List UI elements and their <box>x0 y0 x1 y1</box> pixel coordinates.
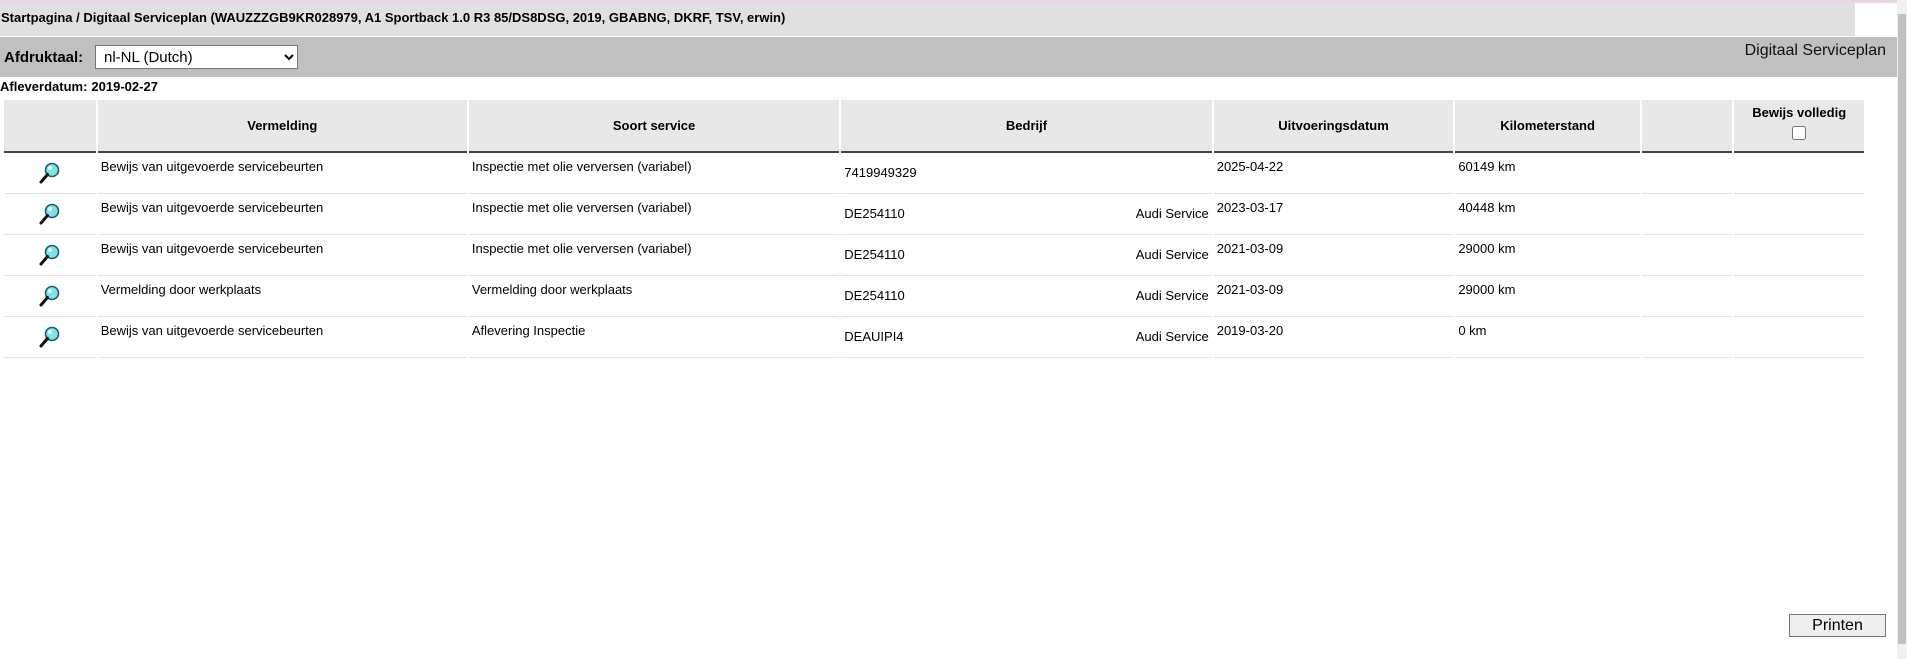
cell-bedrijf: 7419949329 <box>841 153 1212 194</box>
company-name: Audi Service <box>1135 206 1209 221</box>
bewijs-volledig-label: Bewijs volledig <box>1752 105 1847 120</box>
header-vermelding: Vermelding <box>97 100 467 153</box>
cell-bewijs <box>1734 194 1864 235</box>
cell-bewijs <box>1734 235 1864 276</box>
magnifier-icon[interactable] <box>38 325 62 349</box>
row-detail-cell <box>4 235 96 276</box>
company-code: DE254110 <box>844 206 905 221</box>
company-name: Audi Service <box>1135 288 1209 303</box>
company-name: Audi Service <box>1135 247 1209 262</box>
cell-vermelding: Vermelding door werkplaats <box>97 276 467 317</box>
cell-soort-service: Aflevering Inspectie <box>468 317 840 358</box>
cell-kilometerstand: 40448 km <box>1455 194 1640 235</box>
cell-uitvoeringsdatum: 2021-03-09 <box>1213 276 1454 317</box>
cell-empty <box>1641 317 1733 358</box>
cell-uitvoeringsdatum: 2019-03-20 <box>1213 317 1454 358</box>
breadcrumb: Startpagina / Digitaal Serviceplan (WAUZ… <box>0 3 1855 36</box>
table-row: Bewijs van uitgevoerde servicebeurten Ins… <box>4 153 1864 194</box>
delivery-date-label: Afleverdatum: <box>0 79 88 94</box>
row-detail-cell <box>4 276 96 317</box>
company-name: Audi Service <box>1135 329 1209 344</box>
cell-bedrijf: DE254110 Audi Service <box>841 235 1212 276</box>
magnifier-icon[interactable] <box>38 202 62 226</box>
cell-bewijs <box>1734 317 1864 358</box>
header-empty-col <box>1641 100 1733 153</box>
cell-vermelding: Bewijs van uitgevoerde servicebeurten <box>97 235 467 276</box>
row-detail-cell <box>4 317 96 358</box>
table-row: Bewijs van uitgevoerde servicebeurten Ins… <box>4 194 1864 235</box>
cell-empty <box>1641 194 1733 235</box>
table-row: Vermelding door werkplaats Vermelding doo… <box>4 276 1864 317</box>
company-code: DE254110 <box>844 247 905 262</box>
header-bedrijf: Bedrijf <box>841 100 1212 153</box>
magnifier-icon[interactable] <box>38 243 62 267</box>
app-title: Digitaal Serviceplan <box>1744 42 1886 59</box>
magnifier-icon[interactable] <box>38 284 62 308</box>
header-uitvoeringsdatum: Uitvoeringsdatum <box>1213 100 1454 153</box>
cell-bewijs <box>1734 153 1864 194</box>
language-label: Afdruktaal: <box>4 49 84 66</box>
cell-bedrijf: DEAUIPI4 Audi Service <box>841 317 1212 358</box>
cell-vermelding: Bewijs van uitgevoerde servicebeurten <box>97 317 467 358</box>
header-icon-col <box>4 100 96 153</box>
cell-soort-service: Vermelding door werkplaats <box>468 276 840 317</box>
language-select[interactable]: nl-NL (Dutch) <box>95 45 298 69</box>
language-bar: Afdruktaal: nl-NL (Dutch) Digitaal Servi… <box>0 37 1897 77</box>
cell-soort-service: Inspectie met olie verversen (variabel) <box>468 235 840 276</box>
cell-kilometerstand: 0 km <box>1455 317 1640 358</box>
scrollbar-thumb[interactable] <box>1898 14 1906 644</box>
cell-uitvoeringsdatum: 2021-03-09 <box>1213 235 1454 276</box>
cell-bedrijf: DE254110 Audi Service <box>841 276 1212 317</box>
cell-empty <box>1641 153 1733 194</box>
vertical-scrollbar[interactable] <box>1897 0 1907 659</box>
cell-kilometerstand: 29000 km <box>1455 235 1640 276</box>
row-detail-cell <box>4 194 96 235</box>
company-code: 7419949329 <box>844 165 917 180</box>
cell-bewijs <box>1734 276 1864 317</box>
company-code: DE254110 <box>844 288 905 303</box>
print-button[interactable]: Printen <box>1789 614 1886 637</box>
cell-soort-service: Inspectie met olie verversen (variabel) <box>468 194 840 235</box>
magnifier-icon[interactable] <box>38 161 62 185</box>
cell-vermelding: Bewijs van uitgevoerde servicebeurten <box>97 194 467 235</box>
table-header-row: Vermelding Soort service Bedrijf Uitvoer… <box>4 100 1864 153</box>
cell-empty <box>1641 235 1733 276</box>
service-table: Vermelding Soort service Bedrijf Uitvoer… <box>2 100 1866 358</box>
delivery-date-value: 2019-02-27 <box>91 79 158 94</box>
delivery-date: Afleverdatum: 2019-02-27 <box>0 79 158 94</box>
cell-uitvoeringsdatum: 2025-04-22 <box>1213 153 1454 194</box>
row-detail-cell <box>4 153 96 194</box>
bewijs-volledig-checkbox[interactable] <box>1792 126 1807 140</box>
table-row: Bewijs van uitgevoerde servicebeurten Ins… <box>4 235 1864 276</box>
cell-vermelding: Bewijs van uitgevoerde servicebeurten <box>97 153 467 194</box>
table-row: Bewijs van uitgevoerde servicebeurten Afl… <box>4 317 1864 358</box>
cell-uitvoeringsdatum: 2023-03-17 <box>1213 194 1454 235</box>
header-bewijs-volledig: Bewijs volledig <box>1734 100 1864 153</box>
header-soort-service: Soort service <box>468 100 840 153</box>
cell-kilometerstand: 29000 km <box>1455 276 1640 317</box>
cell-bedrijf: DE254110 Audi Service <box>841 194 1212 235</box>
cell-kilometerstand: 60149 km <box>1455 153 1640 194</box>
cell-soort-service: Inspectie met olie verversen (variabel) <box>468 153 840 194</box>
cell-empty <box>1641 276 1733 317</box>
header-kilometerstand: Kilometerstand <box>1455 100 1640 153</box>
company-code: DEAUIPI4 <box>844 329 904 344</box>
